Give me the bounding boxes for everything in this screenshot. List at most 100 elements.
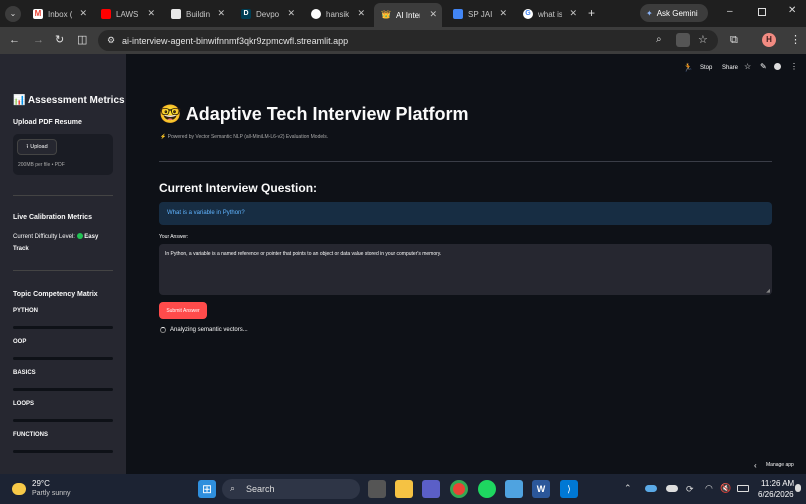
close-icon[interactable]: ✕ <box>357 8 365 19</box>
vscode-icon[interactable]: ⟩ <box>560 480 578 498</box>
notification-icon[interactable] <box>795 484 801 492</box>
chrome-icon[interactable] <box>450 480 468 498</box>
teams-icon[interactable] <box>422 480 440 498</box>
battery-icon[interactable] <box>737 485 749 492</box>
topic-progress-bar <box>13 450 113 453</box>
close-icon[interactable]: ✕ <box>147 8 155 19</box>
tab-label: SP JAIN <box>468 9 492 19</box>
ask-gemini-label: Ask Gemini <box>656 8 698 18</box>
close-icon[interactable]: ✕ <box>429 9 437 20</box>
word-icon[interactable]: W <box>532 480 550 498</box>
site-info-icon[interactable]: ⚙ <box>107 35 115 46</box>
clock-time[interactable]: 11:26 AM <box>761 479 794 488</box>
install-icon[interactable] <box>676 33 690 47</box>
forward-icon[interactable]: → <box>33 35 44 46</box>
question-heading: Current Interview Question: <box>159 181 318 195</box>
ask-gemini-button[interactable]: ✦ Ask Gemini <box>640 4 708 22</box>
google-icon: G <box>523 9 533 19</box>
browser-tab[interactable]: D Devpo ✕ <box>234 4 300 24</box>
browser-tab[interactable]: M Inbox ( ✕ <box>26 4 92 24</box>
close-icon[interactable]: ✕ <box>499 8 507 19</box>
upload-label: Upload PDF Resume <box>13 119 82 126</box>
tray-chevron-icon[interactable]: ⌃ <box>624 483 632 494</box>
browser-tab[interactable]: hansik ✕ <box>304 4 370 24</box>
file-explorer-icon[interactable] <box>395 480 413 498</box>
tab-search-button[interactable]: ⌄ <box>5 6 21 22</box>
submit-button[interactable]: Submit Answer <box>159 302 207 319</box>
tab-label: Inbox ( <box>48 9 72 19</box>
page-caption: ⚡ Powered by Vector Semantic NLP (all-Mi… <box>160 134 329 140</box>
onedrive-icon[interactable] <box>645 485 657 492</box>
sync-icon[interactable]: ⟳ <box>686 484 694 495</box>
upload-hint: 200MB per file • PDF <box>18 162 65 168</box>
weather-icon[interactable] <box>12 483 26 495</box>
manage-app-button[interactable]: Manage app <box>766 462 794 468</box>
gemini-icon: ✦ <box>646 8 653 18</box>
menu-kebab-icon[interactable]: ⋮ <box>790 35 801 46</box>
edit-icon[interactable]: ✎ <box>760 62 767 71</box>
file-uploader[interactable]: ⭱ Upload 200MB per file • PDF <box>13 134 113 175</box>
notion-icon <box>171 9 181 19</box>
tab-label: Devpo <box>256 9 280 19</box>
manage-app-chevron-icon[interactable]: ‹ <box>754 461 757 470</box>
side-panel-icon[interactable]: ◫ <box>77 35 87 46</box>
github-icon[interactable] <box>774 63 781 70</box>
spotify-icon[interactable] <box>478 480 496 498</box>
restore-icon[interactable] <box>758 8 766 16</box>
close-icon[interactable]: ✕ <box>79 8 87 19</box>
close-icon[interactable]: ✕ <box>287 8 295 19</box>
browser-toolbar: ← → ↻ ◫ ⚙ ai-interview-agent-binwifnnmf3… <box>0 27 806 54</box>
tab-label: hansik <box>326 9 350 19</box>
streamlit-icon: 👑 <box>381 10 391 19</box>
difficulty-label: Current Difficulty Level: <box>13 234 75 240</box>
cloud-icon[interactable] <box>666 485 678 492</box>
zoom-icon[interactable]: ⌕ <box>656 34 662 45</box>
spinner-icon <box>160 327 166 333</box>
star-icon[interactable]: ☆ <box>744 62 751 71</box>
new-tab-button[interactable]: + <box>588 6 595 20</box>
close-icon[interactable]: ✕ <box>217 8 225 19</box>
topic-label: LOOPS <box>13 401 35 407</box>
browser-tab[interactable]: G what is ✕ <box>516 4 582 24</box>
clock-date[interactable]: 6/26/2026 <box>758 490 794 499</box>
weather-temp[interactable]: 29°C <box>32 479 50 488</box>
extensions-icon[interactable]: ⧉ <box>730 35 738 46</box>
share-button[interactable]: Share <box>722 65 738 71</box>
wifi-icon[interactable]: ◠ <box>705 483 713 494</box>
close-window-icon[interactable]: ✕ <box>788 5 796 16</box>
profile-avatar[interactable]: H <box>762 33 776 47</box>
url-text[interactable]: ai-interview-agent-binwifnnmf3qkr9zpmcwf… <box>122 36 348 46</box>
close-icon[interactable]: ✕ <box>569 8 577 19</box>
browser-tab[interactable]: Buildin ✕ <box>164 4 230 24</box>
resize-handle-icon[interactable]: ◢ <box>766 288 770 294</box>
answer-label: Your Answer: <box>159 234 189 240</box>
back-icon[interactable]: ← <box>9 35 20 46</box>
spinner-text: Analyzing semantic vectors... <box>170 327 248 333</box>
tab-label: LAWS <box>116 9 139 19</box>
address-bar[interactable]: ⚙ ai-interview-agent-binwifnnmf3qkr9zpmc… <box>98 30 718 51</box>
stop-button[interactable]: Stop <box>700 65 712 71</box>
reload-icon[interactable]: ↻ <box>55 35 64 46</box>
notepad-icon[interactable] <box>505 480 523 498</box>
bookmark-star-icon[interactable]: ☆ <box>698 33 708 46</box>
weather-desc[interactable]: Partly sunny <box>32 490 71 497</box>
browser-tab-active[interactable]: 👑 AI Inter ✕ <box>374 3 442 27</box>
topic-label: OOP <box>13 339 27 345</box>
browser-tab[interactable]: SP JAIN ✕ <box>446 4 512 24</box>
question-box: What is a variable in Python? <box>159 202 772 225</box>
running-icon: 🏃 <box>683 63 693 72</box>
answer-textarea[interactable]: In Python, a variable is a named referen… <box>159 244 772 295</box>
task-view-icon[interactable] <box>368 480 386 498</box>
topic-label: FUNCTIONS <box>13 432 48 438</box>
taskbar-search[interactable]: ⌕ Search <box>222 479 360 499</box>
difficulty-value: Easy <box>84 234 99 240</box>
divider <box>13 270 113 271</box>
browser-tab[interactable]: LAWS ✕ <box>94 4 160 24</box>
difficulty-line: Current Difficulty Level: Easy Track <box>13 231 117 255</box>
minimize-icon[interactable]: – <box>727 6 733 17</box>
tab-label: AI Inter <box>396 10 420 20</box>
volume-mute-icon[interactable]: 🔇 <box>720 483 731 494</box>
upload-button[interactable]: ⭱ Upload <box>17 139 57 155</box>
start-icon[interactable]: ⊞ <box>198 480 216 498</box>
main-menu-icon[interactable]: ⋮ <box>790 62 798 71</box>
